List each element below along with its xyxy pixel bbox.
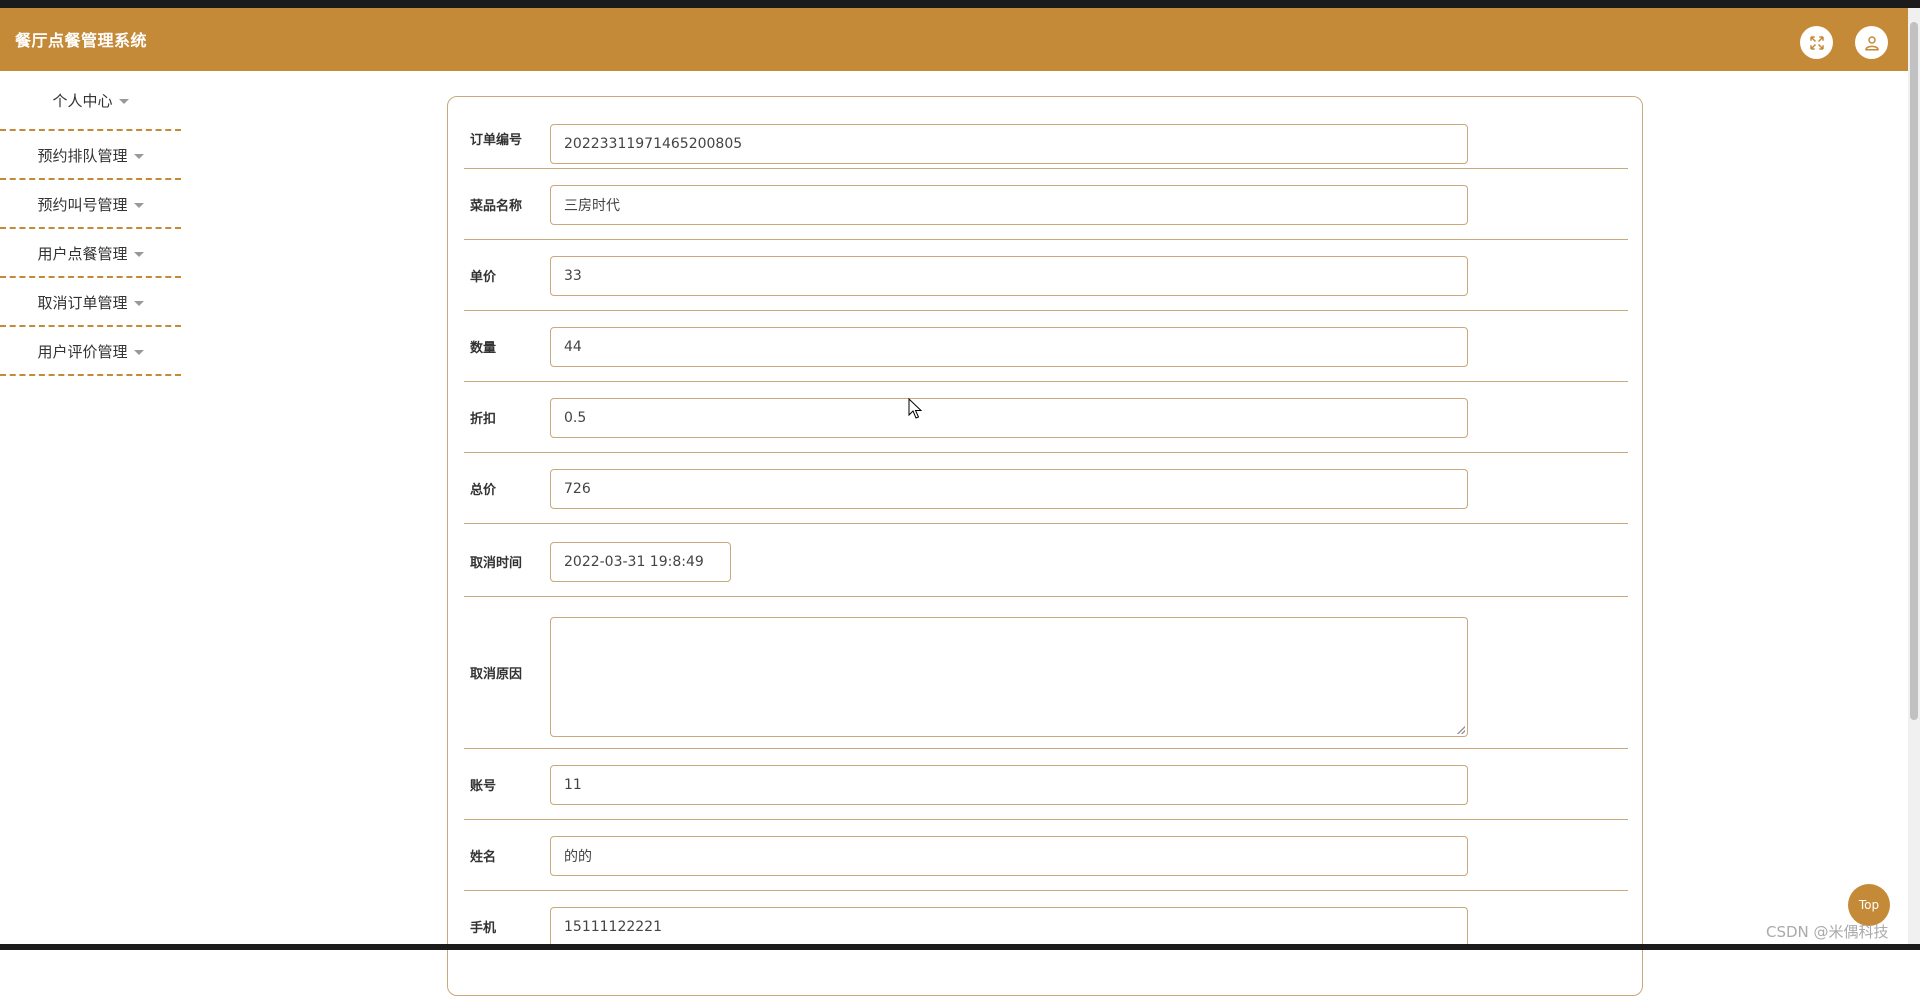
form-row-name: 姓名 的的: [464, 820, 1628, 891]
resize-grip-icon[interactable]: [1457, 726, 1465, 734]
caret-down-icon: [133, 350, 144, 355]
sidebar-item-user-orders[interactable]: 用户点餐管理: [0, 231, 181, 278]
sidebar-item-label: 用户点餐管理: [37, 245, 128, 263]
form-row-unit-price: 单价 33: [464, 240, 1628, 311]
page-scrollbar[interactable]: [1908, 8, 1920, 944]
field-label: 数量: [470, 341, 497, 356]
caret-down-icon: [133, 203, 144, 208]
field-label: 折扣: [470, 412, 497, 427]
order-no-input[interactable]: 20223311971465200805: [550, 124, 1468, 164]
cancel-time-input[interactable]: 2022-03-31 19:8:49: [550, 542, 731, 582]
field-label: 取消时间: [470, 556, 523, 571]
caret-down-icon: [133, 154, 144, 159]
sidebar-item-reservation-queue[interactable]: 预约排队管理: [0, 133, 181, 180]
sidebar-item-user-reviews[interactable]: 用户评价管理: [0, 329, 181, 376]
field-label: 姓名: [470, 850, 497, 865]
form-row-order-no: 订单编号 20223311971465200805: [464, 107, 1628, 169]
app-title: 餐厅点餐管理系统: [15, 31, 148, 50]
sidebar-item-label: 个人中心: [52, 91, 113, 110]
sidebar-item-personal-center[interactable]: 个人中心: [0, 71, 181, 131]
caret-down-icon: [133, 301, 144, 306]
total-price-input[interactable]: 726: [550, 469, 1468, 509]
discount-input[interactable]: 0.5: [550, 398, 1468, 438]
phone-input[interactable]: 15111122221: [550, 907, 1468, 947]
form-row-cancel-reason: 取消原因: [464, 597, 1628, 749]
sidebar-item-label: 预约排队管理: [37, 147, 128, 165]
field-label: 菜品名称: [470, 199, 523, 214]
form-row-discount: 折扣 0.5: [464, 382, 1628, 453]
form-row-quantity: 数量 44: [464, 311, 1628, 382]
mouse-cursor-icon: [908, 398, 923, 419]
field-label: 账号: [470, 779, 497, 794]
form-row-account: 账号 11: [464, 749, 1628, 820]
fullscreen-button[interactable]: [1800, 26, 1833, 59]
field-label: 总价: [470, 483, 497, 498]
caret-down-icon: [133, 252, 144, 257]
watermark: CSDN @米偶科技: [1766, 923, 1889, 941]
form-row-total: 总价 726: [464, 453, 1628, 524]
field-label: 单价: [470, 270, 497, 285]
field-label: 取消原因: [470, 667, 523, 682]
user-icon: [1864, 35, 1879, 50]
caret-down-icon: [118, 98, 129, 104]
quantity-input[interactable]: 44: [550, 327, 1468, 367]
user-button[interactable]: [1855, 26, 1888, 59]
sidebar-item-cancel-orders[interactable]: 取消订单管理: [0, 280, 181, 327]
cancel-reason-textarea[interactable]: [550, 617, 1468, 737]
form-row-dish-name: 菜品名称 三房时代: [464, 169, 1628, 240]
window-top-edge: [0, 0, 1920, 8]
sidebar-item-label: 用户评价管理: [37, 343, 128, 361]
unit-price-input[interactable]: 33: [550, 256, 1468, 296]
form-row-cancel-time: 取消时间 2022-03-31 19:8:49: [464, 524, 1628, 597]
field-label: 订单编号: [470, 133, 523, 148]
back-to-top-button[interactable]: Top: [1848, 884, 1890, 926]
order-detail-form: 订单编号 20223311971465200805 菜品名称 三房时代 单价 3…: [447, 96, 1643, 996]
sidebar-item-reservation-call[interactable]: 预约叫号管理: [0, 182, 181, 229]
name-input[interactable]: 的的: [550, 836, 1468, 876]
field-label: 手机: [470, 921, 497, 936]
sidebar-item-label: 取消订单管理: [37, 294, 128, 312]
scrollbar-thumb[interactable]: [1910, 22, 1918, 720]
sidebar-menu: 个人中心 预约排队管理 预约叫号管理 用户点餐管理 取消订单管理 用户评价管理: [0, 71, 185, 378]
account-input[interactable]: 11: [550, 765, 1468, 805]
sidebar-item-label: 预约叫号管理: [37, 196, 128, 214]
fullscreen-icon: [1809, 35, 1824, 50]
dish-name-input[interactable]: 三房时代: [550, 185, 1468, 225]
form-row-phone: 手机 15111122221: [464, 891, 1628, 961]
window-bottom-edge: [0, 944, 1920, 950]
app-header: 餐厅点餐管理系统: [0, 8, 1908, 71]
